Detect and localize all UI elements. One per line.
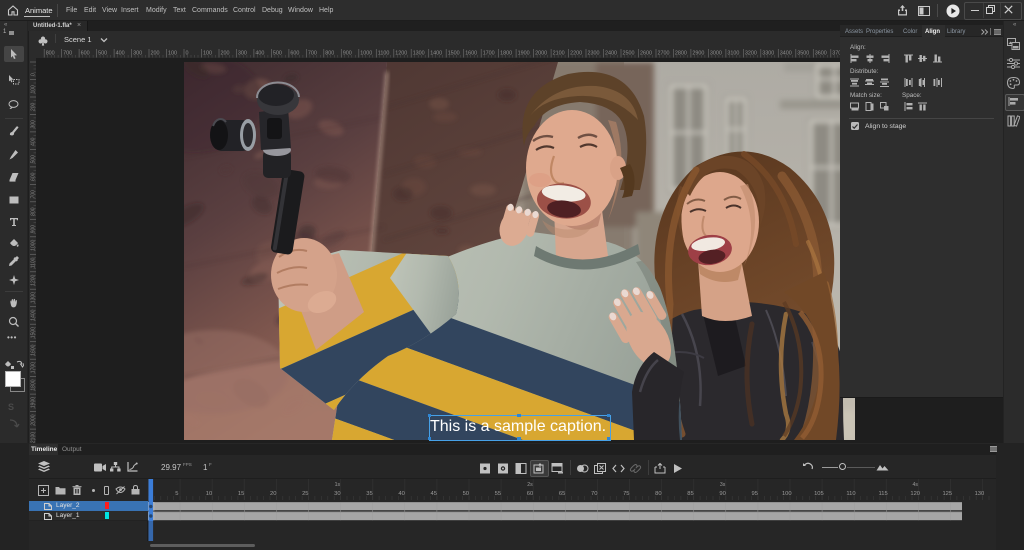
svg-text:25: 25	[302, 491, 308, 497]
svg-text:1s: 1s	[335, 482, 341, 488]
svg-text:110: 110	[846, 491, 855, 497]
svg-text:700: 700	[308, 51, 317, 57]
svg-text:800: 800	[31, 207, 37, 216]
svg-text:1400: 1400	[31, 309, 37, 320]
svg-text:3700: 3700	[832, 51, 840, 57]
svg-text:2000: 2000	[31, 414, 37, 425]
svg-text:600: 600	[81, 51, 90, 57]
svg-text:1700: 1700	[31, 362, 37, 373]
svg-text:105: 105	[814, 491, 824, 497]
svg-text:70: 70	[591, 491, 597, 497]
svg-text:55: 55	[495, 491, 501, 497]
svg-text:50: 50	[463, 491, 469, 497]
svg-text:200: 200	[221, 51, 230, 57]
svg-text:400: 400	[31, 137, 37, 146]
svg-text:200: 200	[151, 51, 160, 57]
svg-text:800: 800	[325, 51, 334, 57]
svg-text:1900: 1900	[31, 397, 37, 408]
svg-text:500: 500	[31, 155, 37, 164]
svg-text:2s: 2s	[527, 482, 533, 488]
svg-text:300: 300	[31, 120, 37, 129]
svg-text:5: 5	[175, 491, 178, 497]
svg-text:95: 95	[751, 491, 757, 497]
svg-text:700: 700	[31, 190, 37, 199]
svg-text:115: 115	[878, 491, 887, 497]
svg-text:300: 300	[133, 51, 142, 57]
svg-text:20: 20	[270, 491, 276, 497]
svg-text:500: 500	[273, 51, 282, 57]
svg-text:100: 100	[31, 85, 37, 94]
svg-text:400: 400	[116, 51, 125, 57]
svg-text:100: 100	[168, 51, 177, 57]
svg-text:700: 700	[63, 51, 72, 57]
svg-text:60: 60	[527, 491, 533, 497]
svg-text:65: 65	[559, 491, 565, 497]
svg-text:1500: 1500	[31, 327, 37, 338]
svg-text:0: 0	[186, 51, 189, 57]
svg-text:10: 10	[206, 491, 212, 497]
svg-text:75: 75	[623, 491, 629, 497]
svg-text:900: 900	[31, 225, 37, 234]
svg-text:1100: 1100	[31, 257, 37, 268]
svg-text:1600: 1600	[31, 344, 37, 355]
svg-text:80: 80	[655, 491, 661, 497]
svg-text:100: 100	[203, 51, 212, 57]
svg-text:600: 600	[31, 172, 37, 181]
svg-text:90: 90	[719, 491, 725, 497]
svg-text:800: 800	[46, 51, 55, 57]
svg-text:120: 120	[910, 491, 920, 497]
svg-text:500: 500	[98, 51, 107, 57]
svg-text:1200: 1200	[31, 274, 37, 285]
svg-text:15: 15	[238, 491, 244, 497]
svg-text:85: 85	[687, 491, 693, 497]
svg-text:1000: 1000	[31, 239, 37, 250]
svg-text:2100: 2100	[31, 432, 37, 443]
svg-text:1100: 1100	[378, 51, 390, 57]
svg-text:100: 100	[782, 491, 792, 497]
svg-text:900: 900	[343, 51, 352, 57]
svg-text:300: 300	[238, 51, 247, 57]
svg-text:40: 40	[398, 491, 404, 497]
svg-text:600: 600	[290, 51, 299, 57]
svg-text:4s: 4s	[912, 482, 918, 488]
svg-text:400: 400	[255, 51, 264, 57]
svg-text:1300: 1300	[31, 292, 37, 303]
svg-text:35: 35	[366, 491, 372, 497]
svg-text:45: 45	[430, 491, 436, 497]
svg-text:200: 200	[31, 102, 37, 111]
svg-text:0: 0	[31, 73, 37, 76]
svg-text:1800: 1800	[31, 379, 37, 390]
svg-text:3s: 3s	[720, 482, 726, 488]
svg-text:30: 30	[334, 491, 340, 497]
svg-text:125: 125	[942, 491, 952, 497]
svg-text:130: 130	[975, 491, 985, 497]
